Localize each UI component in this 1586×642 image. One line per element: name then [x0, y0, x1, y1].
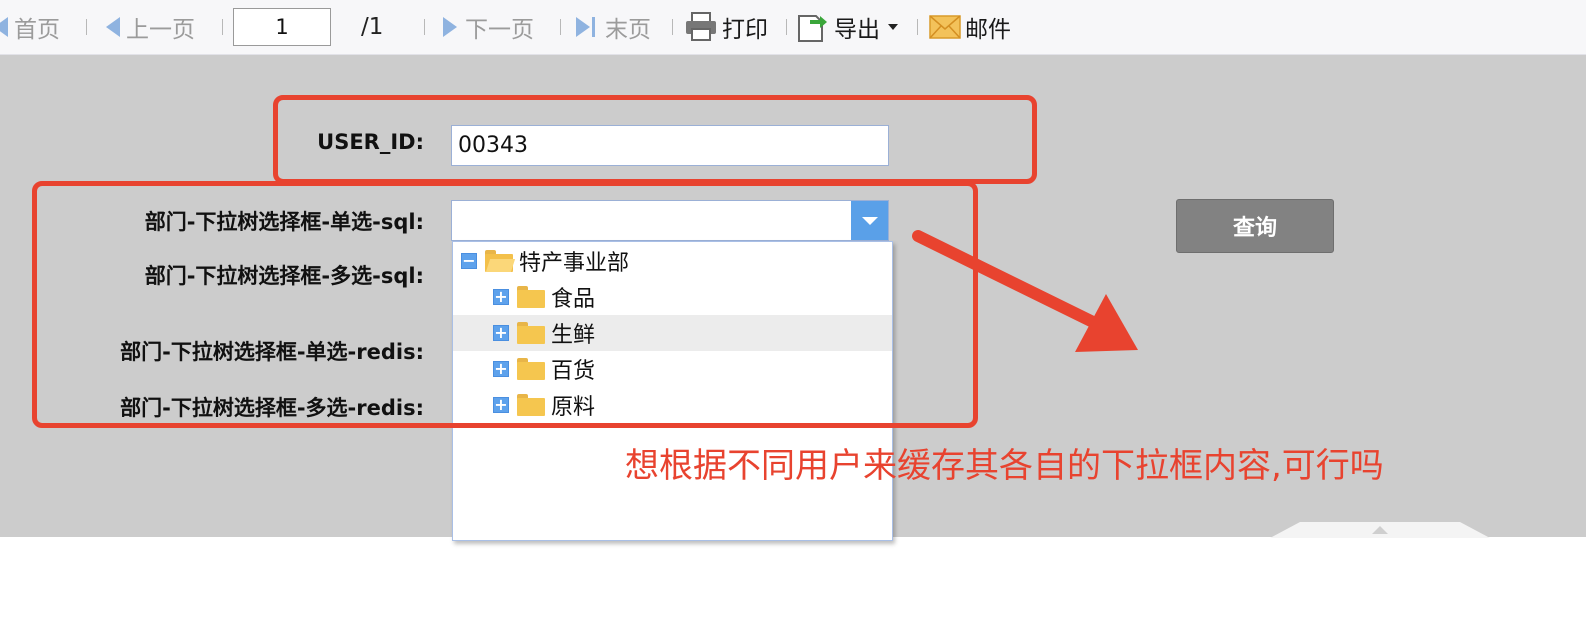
toolbar-separator: [786, 19, 787, 35]
annotation-arrow-icon: [912, 230, 1138, 352]
print-button[interactable]: 打印: [684, 0, 768, 54]
print-label: 打印: [722, 17, 768, 43]
last-page-icon: [576, 17, 590, 37]
first-page-button[interactable]: 首页: [0, 0, 60, 54]
page-number-input[interactable]: 1: [233, 8, 331, 46]
last-page-button[interactable]: 末页: [576, 0, 651, 54]
export-icon: [798, 15, 827, 42]
toolbar-separator: [672, 19, 673, 35]
printer-icon: [686, 12, 716, 41]
next-page-button[interactable]: 下一页: [443, 0, 534, 54]
first-page-icon: [0, 17, 8, 37]
last-page-bar-icon: [592, 17, 595, 37]
report-toolbar: 首页 上一页 1 /1 下一页 末页 打印 导出 邮件: [0, 0, 1586, 55]
next-page-icon: [443, 17, 457, 37]
annotation-box-dept-trees: [32, 181, 978, 428]
mail-label: 邮件: [965, 17, 1011, 43]
prev-page-button[interactable]: 上一页: [106, 0, 195, 54]
toolbar-separator: [917, 19, 918, 35]
page-total: /1: [361, 14, 384, 40]
query-button[interactable]: 查询: [1176, 199, 1334, 253]
toolbar-separator: [424, 19, 425, 35]
prev-page-icon: [106, 17, 120, 37]
toolbar-separator: [86, 19, 87, 35]
panel-collapse-tab[interactable]: [1270, 522, 1490, 538]
prev-page-label: 上一页: [126, 17, 195, 43]
next-page-label: 下一页: [465, 17, 534, 43]
export-label: 导出: [834, 17, 880, 43]
annotation-note: 想根据不同用户来缓存其各自的下拉框内容,可行吗: [625, 446, 1384, 486]
last-page-label: 末页: [605, 17, 651, 43]
envelope-icon: [929, 15, 961, 39]
export-dropdown-icon: [888, 24, 898, 30]
first-page-label: 首页: [14, 17, 60, 43]
annotation-box-user-id: [273, 95, 1037, 184]
export-button[interactable]: 导出: [796, 0, 898, 54]
mail-button[interactable]: 邮件: [929, 0, 1011, 54]
toolbar-separator: [560, 19, 561, 35]
toolbar-separator: [222, 19, 223, 35]
